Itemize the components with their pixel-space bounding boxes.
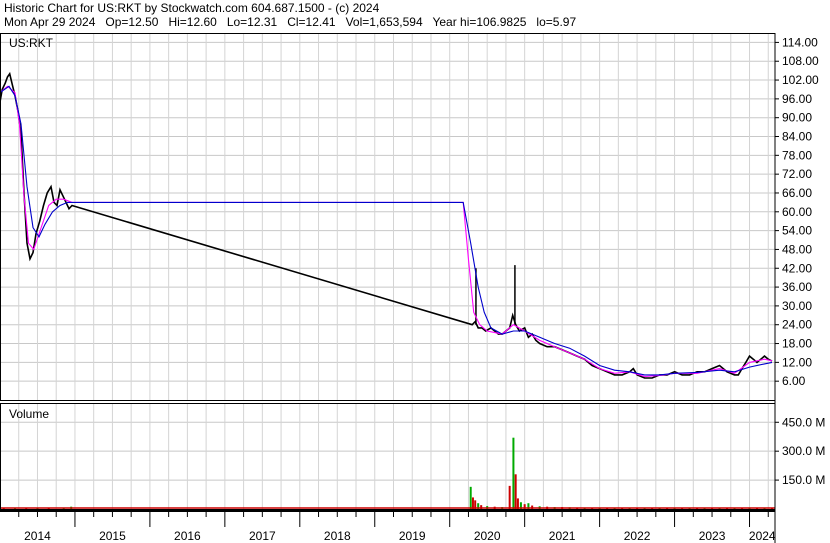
price-panel-title: US:RKT	[9, 36, 54, 50]
volume-bar	[508, 485, 511, 509]
axis-ticks: 6.00 12.00 18.00 24.00 30.00 36.00 42.00 48.00 5…	[18, 35, 825, 543]
volume-bar	[469, 486, 472, 509]
price-tick-label: 114.00	[782, 35, 818, 49]
price-tick-label: 84.00	[782, 130, 812, 144]
price-tick-label: 54.00	[782, 224, 812, 238]
price-tick-label: 36.00	[782, 280, 812, 294]
year-label: 2024	[749, 529, 776, 543]
panel-frames	[0, 33, 776, 543]
year-label: 2018	[324, 529, 351, 543]
volume-bar	[512, 437, 515, 509]
price-tick-label: 30.00	[782, 299, 812, 313]
year-label: 2017	[249, 529, 276, 543]
volume-panel-title: Volume	[9, 407, 49, 421]
year-label: 2020	[474, 529, 501, 543]
price-tick-label: 48.00	[782, 242, 812, 256]
price-tick-label: 12.00	[782, 355, 812, 369]
price-tick-label: 90.00	[782, 111, 812, 125]
volume-tick-label: 450.0 M	[782, 415, 825, 429]
year-label: 2023	[699, 529, 726, 543]
year-label: 2019	[399, 529, 426, 543]
year-label: 2021	[549, 529, 576, 543]
year-label: 2014	[24, 529, 51, 543]
price-panel-frame	[0, 33, 776, 401]
chart-window: Historic Chart for US:RKT by Stockwatch.…	[0, 0, 830, 543]
price-tick-label: 78.00	[782, 148, 812, 162]
volume-bar	[514, 474, 517, 509]
price-tick-label: 60.00	[782, 205, 812, 219]
year-label: 2015	[99, 529, 126, 543]
price-tick-label: 18.00	[782, 337, 812, 351]
volume-tick-label: 300.0 M	[782, 444, 825, 458]
year-label: 2016	[174, 529, 201, 543]
volume-tick-label: 150.0 M	[782, 473, 825, 487]
volume-bars	[0, 437, 775, 509]
price-grid	[0, 41, 775, 382]
price-tick-label: 96.00	[782, 92, 812, 106]
price-tick-label: 66.00	[782, 186, 812, 200]
price-tick-label: 72.00	[782, 167, 812, 181]
price-tick-label: 108.00	[782, 54, 819, 68]
volume-grid	[0, 421, 775, 481]
stock-chart: 6.00 12.00 18.00 24.00 30.00 36.00 42.00 48.00 5…	[0, 33, 825, 543]
price-tick-label: 42.00	[782, 261, 812, 275]
time-grid	[18, 33, 769, 509]
price-tick-label: 102.00	[782, 73, 819, 87]
year-label: 2022	[624, 529, 651, 543]
price-tick-label: 6.00	[782, 374, 806, 388]
price-tick-label: 24.00	[782, 318, 812, 332]
volume-panel-frame	[0, 403, 776, 510]
